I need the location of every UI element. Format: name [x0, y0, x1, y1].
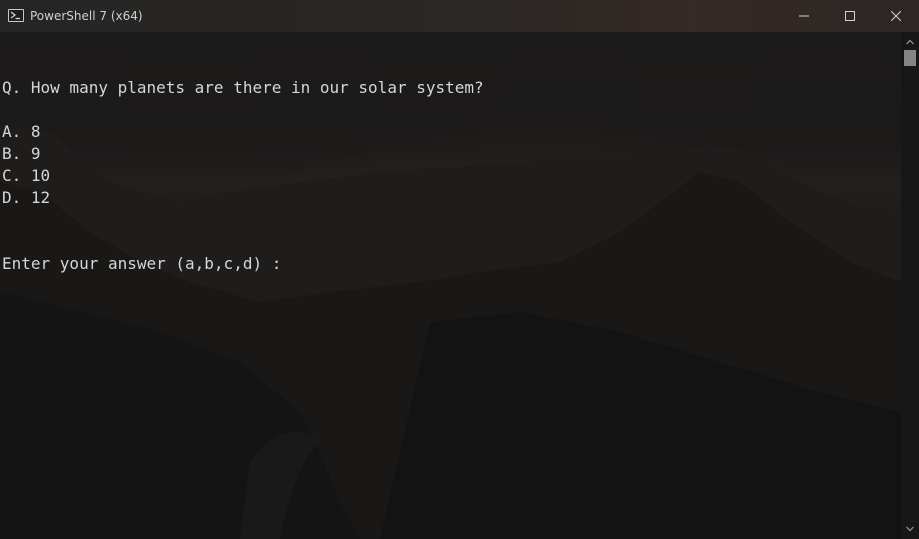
background-image [0, 127, 901, 539]
arrow-down-icon [906, 526, 914, 532]
question-text: Q. How many planets are there in our sol… [2, 78, 484, 97]
option-c: C. 10 [2, 166, 51, 185]
option-d: D. 12 [2, 188, 51, 207]
maximize-icon [845, 11, 855, 21]
option-b: B. 9 [2, 144, 41, 163]
console-output[interactable]: Q. How many planets are there in our sol… [0, 32, 901, 539]
option-a: A. 8 [2, 122, 41, 141]
arrow-up-icon [906, 39, 914, 45]
powershell-icon[interactable] [8, 9, 24, 22]
close-button[interactable] [873, 0, 919, 32]
powershell-window: PowerShell 7 (x64) Q. How many planets a… [0, 0, 919, 539]
scroll-up-button[interactable] [901, 34, 919, 50]
minimize-button[interactable] [781, 0, 827, 32]
scroll-thumb[interactable] [904, 50, 916, 66]
answer-prompt[interactable]: Enter your answer (a,b,c,d) : [2, 253, 281, 275]
minimize-icon [799, 15, 809, 17]
close-icon [891, 11, 901, 21]
title-bar[interactable]: PowerShell 7 (x64) [0, 0, 919, 32]
vertical-scrollbar[interactable] [901, 32, 919, 539]
scroll-down-button[interactable] [901, 521, 919, 537]
maximize-button[interactable] [827, 0, 873, 32]
window-title: PowerShell 7 (x64) [30, 9, 143, 23]
